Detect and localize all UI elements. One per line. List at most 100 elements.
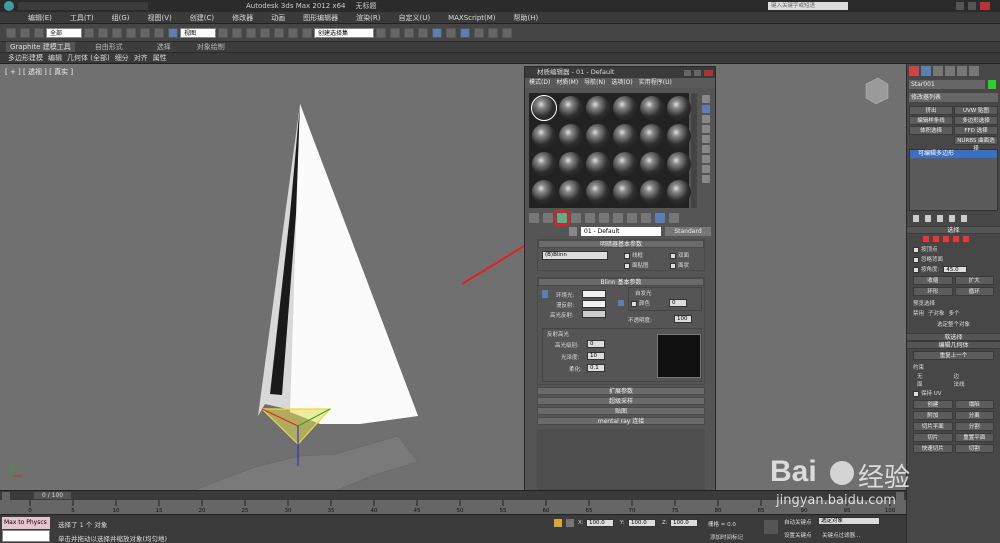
render-setup-icon[interactable] [474,27,484,38]
sample-slot[interactable] [586,124,610,148]
sample-slot[interactable] [559,152,583,176]
material-editor-titlebar[interactable]: 材质编辑器 - 01 - Default [525,67,715,78]
selection-lock-icon[interactable] [554,519,562,527]
cut-button[interactable]: 切割 [954,444,994,453]
perspective-viewport[interactable] [0,64,906,490]
ambient-color-swatch[interactable] [582,290,606,298]
ribbon-toggle-icon[interactable] [418,27,428,38]
scale-icon[interactable] [168,27,178,38]
set-key-button[interactable]: 设置关键点 [784,531,812,539]
material-id-icon[interactable] [613,213,623,223]
make-unique-icon[interactable] [585,213,595,223]
manipulate-icon[interactable] [232,27,242,38]
create-tab-icon[interactable] [909,66,919,76]
hierarchy-tab-icon[interactable] [933,66,943,76]
assign-to-selection-icon[interactable] [554,210,570,226]
diffuse-map-button[interactable] [618,300,624,306]
app-logo-icon[interactable] [4,1,14,11]
snap-icon[interactable] [246,27,256,38]
slots-scrollbar[interactable] [691,93,697,208]
mw-close-icon[interactable] [704,69,713,76]
poly-select-button[interactable]: 多边形选择 [954,116,998,125]
volume-select-button[interactable]: 体积选择 [909,126,953,135]
nurbs-select-button[interactable]: NURBS 曲面选择 [954,136,998,152]
shader-type-select[interactable]: (B)Blinn [542,251,608,260]
ribbon-align[interactable]: 对齐 [134,53,148,63]
edge-level-icon[interactable] [933,236,939,242]
face-map-checkbox[interactable]: 面贴图 [624,261,649,269]
time-slider-prev-icon[interactable] [2,491,10,500]
sample-slot[interactable] [532,124,556,148]
by-angle-checkbox[interactable]: 按角度: [913,265,939,273]
utilities-tab-icon[interactable] [969,66,979,76]
reset-plane-button[interactable]: 重置平面 [954,433,994,442]
maps-rollout[interactable]: 贴图 [537,407,705,415]
edit-spline-button[interactable]: 编辑样条线 [909,116,953,125]
ribbon-subdivision[interactable]: 细分 [115,53,129,63]
select-by-name-icon[interactable] [98,27,108,38]
border-level-icon[interactable] [943,236,949,242]
menu-animation[interactable]: 动画 [271,13,285,23]
self-illum-spinner[interactable]: 0 [669,299,687,307]
sample-slot[interactable] [613,124,637,148]
faceted-checkbox[interactable]: 面状 [670,261,689,269]
collapse-button[interactable]: 塌陷 [954,400,994,409]
y-coord-field[interactable]: 100.0 [628,519,656,527]
extended-params-rollout[interactable]: 扩展参数 [537,387,705,395]
sample-slot[interactable] [667,96,691,120]
absolute-mode-icon[interactable] [566,519,574,527]
glossiness-spinner[interactable]: 10 [587,352,605,360]
preserve-uvs-checkbox[interactable]: 保持 UV [907,388,1000,398]
polygon-level-icon[interactable] [953,236,959,242]
menu-group[interactable]: 组(G) [112,13,130,23]
sample-slot[interactable] [640,152,664,176]
vertex-level-icon[interactable] [923,236,929,242]
sample-slot[interactable] [586,180,610,204]
unlink-icon[interactable] [20,27,30,38]
make-unique-stack-icon[interactable] [937,215,943,222]
sample-slot[interactable] [613,152,637,176]
configure-sets-icon[interactable] [961,215,967,222]
named-selection-set[interactable]: 创建选择集 [314,27,374,38]
preview-subobject-radio[interactable]: 子对象 [928,309,945,317]
get-material-icon[interactable] [529,213,539,223]
render-frame-icon[interactable] [488,27,498,38]
tab-object-paint[interactable]: 对象绘制 [197,42,225,52]
uv-tiling-icon[interactable] [702,125,710,133]
sample-slot[interactable] [532,180,556,204]
menu-edit[interactable]: 编辑(E) [28,13,52,23]
tab-selection[interactable]: 选择 [157,42,171,52]
selection-rollout-header[interactable]: 选择 [907,226,1000,234]
select-icon[interactable] [84,27,94,38]
mw-menu-options[interactable]: 选项(O) [611,78,632,88]
constraint-normal-radio[interactable]: 法线 [954,380,991,388]
sample-slot[interactable] [667,124,691,148]
constraint-none-radio[interactable]: 无 [917,372,954,380]
edit-geometry-rollout[interactable]: 编辑几何体 [907,341,1000,349]
eyedropper-icon[interactable] [569,227,577,236]
maxscript-output[interactable] [2,530,50,542]
sample-slot[interactable] [640,96,664,120]
uvw-map-button[interactable]: UVW 贴图 [954,106,998,115]
diffuse-color-swatch[interactable] [582,300,606,308]
video-check-icon[interactable] [702,135,710,143]
create-button[interactable]: 创建 [913,400,953,409]
sample-slot[interactable] [559,124,583,148]
pin-stack-icon[interactable] [913,215,919,222]
x-coord-field[interactable]: 100.0 [586,519,614,527]
soften-spinner[interactable]: 0.1 [587,364,605,372]
shader-rollout-header[interactable]: 明暗器基本参数 [538,240,704,248]
material-name-field[interactable]: 01 - Default [581,227,661,236]
preview-disabled-radio[interactable]: 禁用 [913,309,924,317]
material-editor-icon[interactable] [460,27,470,38]
material-navigator-icon[interactable] [702,175,710,183]
slice-button[interactable]: 切片 [913,433,953,442]
menu-views[interactable]: 视图(V) [148,13,172,23]
sample-slot[interactable] [531,95,557,121]
search-field[interactable]: 键入关键字或短语 [768,2,848,10]
constraint-face-radio[interactable]: 面 [917,380,954,388]
supersampling-rollout[interactable]: 超级采样 [537,397,705,405]
sample-slot[interactable] [667,180,691,204]
ribbon-properties[interactable]: 属性 [153,53,167,63]
time-slider-thumb[interactable]: 0 / 100 [34,492,72,499]
